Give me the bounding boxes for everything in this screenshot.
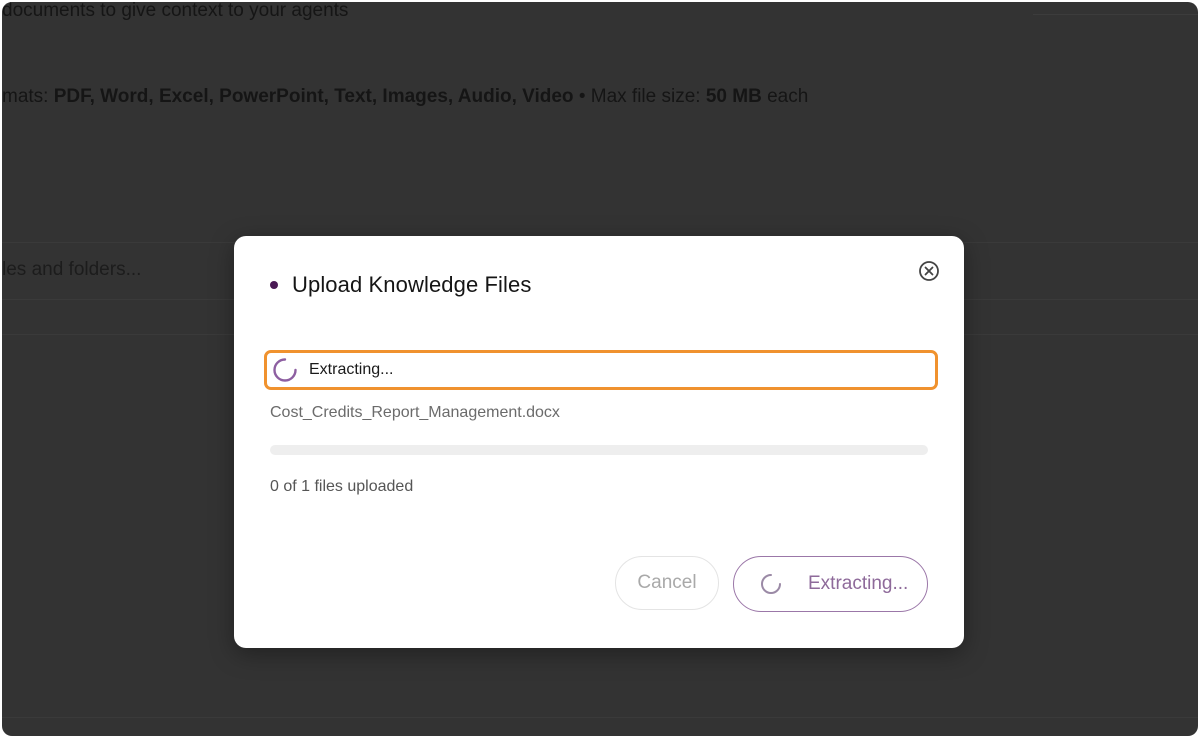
max-size-value: 50 MB bbox=[705, 86, 762, 107]
spinner-icon bbox=[761, 574, 781, 594]
search-input[interactable]: les and folders... bbox=[2, 259, 141, 281]
divider bbox=[2, 717, 1198, 718]
formats-prefix: mats: bbox=[2, 86, 49, 107]
close-button[interactable] bbox=[918, 260, 940, 282]
max-size-label: Max file size: bbox=[590, 86, 701, 107]
modal-title: Upload Knowledge Files bbox=[292, 272, 532, 297]
top-right-divider bbox=[1033, 14, 1198, 15]
max-size-suffix: each bbox=[767, 86, 809, 107]
spinner-icon bbox=[273, 358, 297, 382]
extracting-button[interactable]: Extracting... bbox=[733, 556, 928, 612]
upload-modal: Upload Knowledge Files Extracting... Cos… bbox=[234, 236, 964, 648]
close-circle-icon bbox=[919, 261, 939, 281]
modal-header: Upload Knowledge Files bbox=[270, 272, 531, 298]
file-name: Cost_Credits_Report_Management.docx bbox=[270, 404, 560, 421]
extracting-button-label: Extracting... bbox=[808, 573, 909, 594]
upload-progress-bar bbox=[270, 445, 928, 455]
cancel-button[interactable]: Cancel bbox=[615, 556, 719, 610]
supported-formats-text: mats: PDF, Word, Excel, PowerPoint, Text… bbox=[2, 86, 808, 108]
page-description: documents to give context to your agents bbox=[2, 2, 349, 21]
formats-list: PDF, Word, Excel, PowerPoint, Text, Imag… bbox=[53, 86, 574, 107]
extracting-status: Extracting... bbox=[264, 350, 938, 390]
status-text: Extracting... bbox=[309, 361, 394, 378]
title-dot-icon bbox=[270, 281, 278, 289]
upload-count: 0 of 1 files uploaded bbox=[270, 478, 414, 495]
formats-separator: • bbox=[578, 86, 586, 107]
